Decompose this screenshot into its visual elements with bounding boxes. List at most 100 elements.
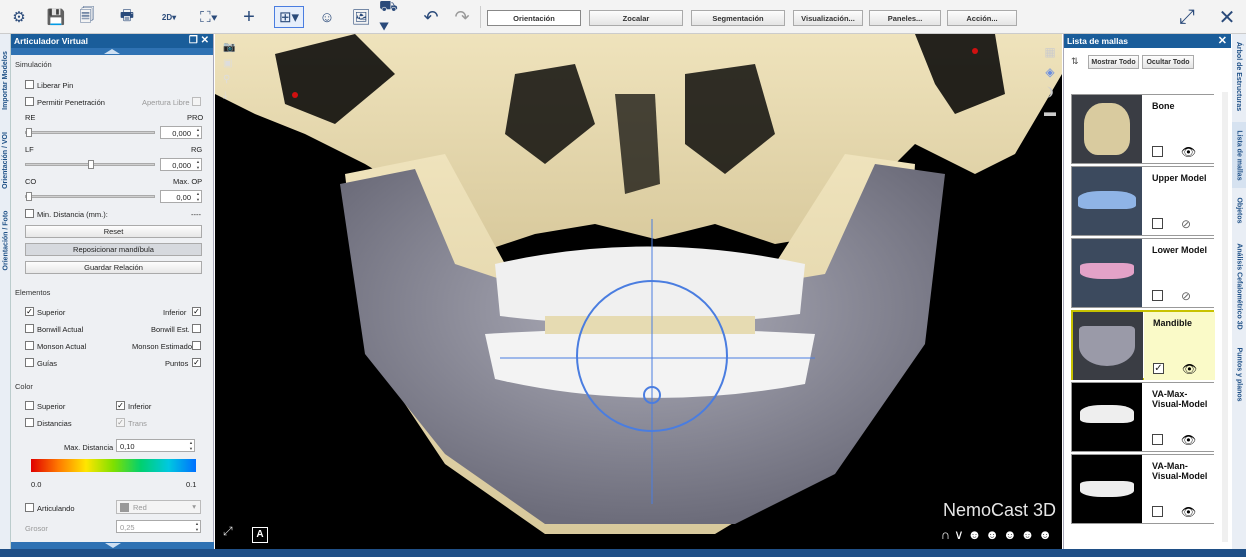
image-icon[interactable]: 🖼: [350, 6, 372, 28]
rotate-icon[interactable]: ❩: [1044, 82, 1056, 102]
superior-checkbox[interactable]: ✓: [25, 307, 34, 316]
color-inferior-checkbox[interactable]: ✓: [116, 401, 125, 410]
tab-objetos[interactable]: Objetos: [1232, 192, 1246, 228]
mostrar-todo-button[interactable]: Mostrar Todo: [1088, 55, 1139, 69]
eye-icon[interactable]: 👁: [1182, 362, 1197, 376]
color-superior-checkbox[interactable]: [25, 401, 34, 410]
undo-icon[interactable]: ↶: [420, 6, 442, 28]
orientacion-button[interactable]: Orientación: [487, 10, 581, 26]
guias-checkbox[interactable]: [25, 358, 34, 367]
inferior-checkbox[interactable]: ✓: [192, 307, 201, 316]
eye-icon[interactable]: 👁: [1181, 145, 1196, 159]
redo-icon[interactable]: ↷: [451, 6, 473, 28]
liberar-pin-checkbox[interactable]: [25, 80, 34, 89]
distancias-checkbox[interactable]: [25, 418, 34, 427]
zocalar-button[interactable]: Zocalar: [589, 10, 683, 26]
grid-layout-icon[interactable]: ⊞▾: [274, 6, 304, 28]
tab-analisis-cefalometrico[interactable]: Análisis Cefalométrico 3D: [1232, 234, 1246, 338]
face-icon[interactable]: ☺: [316, 6, 338, 28]
mesh-checkbox[interactable]: ✓: [1153, 363, 1164, 374]
tab-puntos-planos[interactable]: Puntos y planos: [1232, 342, 1246, 406]
eye-off-icon[interactable]: ⊘: [1181, 289, 1191, 303]
mesh-checkbox[interactable]: [1152, 290, 1163, 301]
accion-button[interactable]: Acción...: [947, 10, 1017, 26]
grid-cube-icon[interactable]: ▦: [1044, 42, 1056, 62]
3d-viewport[interactable]: 📷 ▣ ⚲ ⤓ ▦ ◈ ❩ ▬ ⤢ A NemoCast 3D ∩∨☻☻☻☻☻: [215, 34, 1062, 549]
tab-lista-mallas[interactable]: Lista de mallas: [1232, 122, 1246, 188]
eye-icon[interactable]: 👁: [1181, 505, 1196, 519]
paint-bucket-icon[interactable]: ⛟▾: [379, 0, 407, 34]
permitir-penetracion-checkbox[interactable]: [25, 97, 34, 106]
guardar-relacion-button[interactable]: Guardar Relación: [25, 261, 202, 274]
eye-off-icon[interactable]: ⊘: [1181, 217, 1191, 231]
tab-orientacion-foto[interactable]: Orientación / Foto: [0, 202, 11, 278]
mesh-checkbox[interactable]: [1152, 146, 1163, 157]
lf-rg-value[interactable]: 0,000: [160, 158, 202, 171]
fit-view-icon[interactable]: ⛶▾: [194, 6, 224, 28]
articulando-checkbox[interactable]: [25, 503, 34, 512]
re-pro-slider[interactable]: [25, 128, 155, 137]
monson-estimado-checkbox[interactable]: [192, 341, 201, 350]
apertura-libre-checkbox[interactable]: [192, 97, 201, 106]
panel-window-controls[interactable]: ❐ ✕: [189, 35, 209, 46]
grosor-input[interactable]: 0,25: [116, 520, 201, 533]
drum-icon[interactable]: ▬: [1044, 102, 1056, 122]
sort-icon[interactable]: ⇅: [1071, 56, 1079, 67]
eye-icon[interactable]: 👁: [1181, 433, 1196, 447]
red-color-select[interactable]: Red ▾: [116, 500, 201, 514]
paneles-button[interactable]: Paneles...: [869, 10, 941, 26]
close-icon[interactable]: ✕: [1216, 6, 1238, 29]
save-as-icon[interactable]: 🗐: [76, 6, 98, 28]
puntos-checkbox[interactable]: ✓: [192, 358, 201, 367]
mesh-checkbox[interactable]: [1152, 506, 1163, 517]
ocultar-todo-button[interactable]: Ocultar Todo: [1142, 55, 1194, 69]
settings-gear-icon[interactable]: ⚙: [8, 6, 30, 28]
annotation-a-button[interactable]: A: [252, 527, 268, 543]
simulacion-header: Simulación: [15, 60, 52, 69]
trans-label: Trans: [128, 419, 147, 428]
camera-icon[interactable]: 📷: [223, 40, 235, 56]
mesh-item-va-max[interactable]: VA-Max-Visual-Model 👁: [1071, 382, 1214, 452]
visualizacion-button[interactable]: Visualización...: [793, 10, 863, 26]
image-icon[interactable]: ▣: [223, 56, 235, 72]
scroll-up-button[interactable]: [11, 48, 213, 55]
fullscreen-icon[interactable]: ⤢: [1176, 6, 1198, 28]
view-orientation-icons[interactable]: ∩∨☻☻☻☻☻: [941, 527, 1056, 543]
trans-checkbox[interactable]: ✓: [116, 418, 125, 427]
tab-orientacion-voi[interactable]: Orientación / VOI: [0, 122, 11, 198]
reset-button[interactable]: Reset: [25, 225, 202, 238]
mesh-checkbox[interactable]: [1152, 434, 1163, 445]
reposicionar-button[interactable]: Reposicionar mandíbula: [25, 243, 202, 256]
min-distancia-checkbox[interactable]: [25, 209, 34, 218]
expand-icon[interactable]: ⤢: [223, 524, 233, 539]
bonwill-est-checkbox[interactable]: [192, 324, 201, 333]
view-2d-icon[interactable]: 2D ▾: [154, 6, 184, 28]
mesh-item-va-man[interactable]: VA-Man-Visual-Model 👁: [1071, 454, 1214, 524]
co-maxop-slider[interactable]: [25, 192, 155, 201]
mesh-item-lower-model[interactable]: Lower Model ⊘: [1071, 238, 1214, 308]
tab-importar-modelos[interactable]: Importar Modelos: [0, 42, 11, 118]
render-cube-icon[interactable]: ◈: [1044, 62, 1056, 82]
monson-actual-checkbox[interactable]: [25, 341, 34, 350]
mesh-checkbox[interactable]: [1152, 218, 1163, 229]
co-maxop-value[interactable]: 0,00: [160, 190, 202, 203]
scroll-down-button[interactable]: [11, 542, 214, 549]
download-icon[interactable]: ⤓: [223, 88, 235, 104]
segmentacion-button[interactable]: Segmentación: [691, 10, 785, 26]
tab-arbol-estructuras[interactable]: Árbol de Estructuras: [1232, 36, 1246, 116]
save-icon[interactable]: 💾: [45, 6, 67, 28]
crosshair-add-icon[interactable]: +: [238, 6, 260, 28]
mesh-item-mandible[interactable]: Mandible ✓ 👁: [1071, 310, 1215, 380]
lf-rg-slider[interactable]: [25, 160, 155, 169]
re-pro-value[interactable]: 0,000: [160, 126, 202, 139]
pin-icon[interactable]: ⚲: [223, 72, 235, 88]
close-icon[interactable]: ✕: [1218, 34, 1227, 47]
pro-label: PRO: [187, 113, 204, 122]
bonwill-actual-checkbox[interactable]: [25, 324, 34, 333]
mesh-list-scrollbar[interactable]: [1222, 92, 1228, 542]
mesh-item-bone[interactable]: Bone 👁: [1071, 94, 1214, 164]
max-distancia-input[interactable]: 0,10: [116, 439, 195, 452]
mesh-item-upper-model[interactable]: Upper Model ⊘: [1071, 166, 1214, 236]
print-icon[interactable]: 🖶: [116, 6, 138, 28]
viewport-right-tools: ▦ ◈ ❩ ▬: [1044, 42, 1056, 122]
